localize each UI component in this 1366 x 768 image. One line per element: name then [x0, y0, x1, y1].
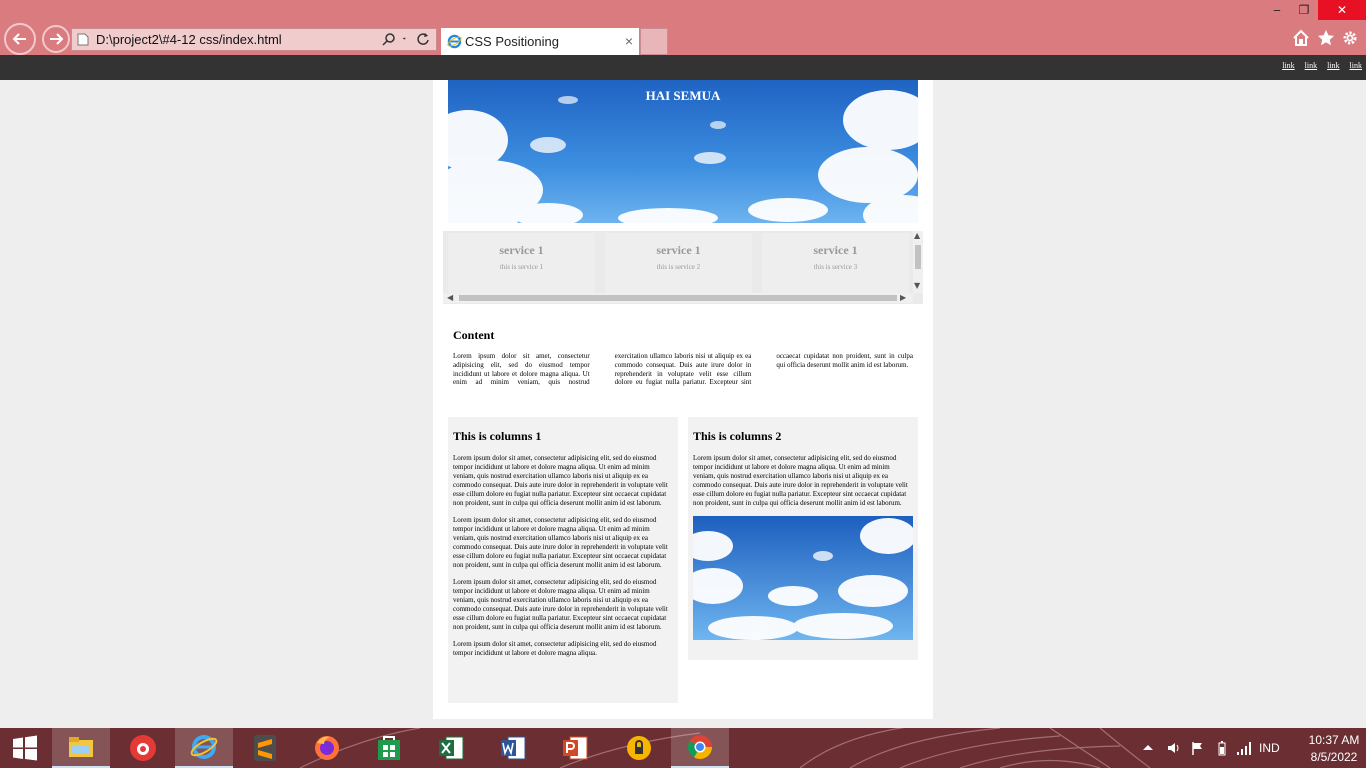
- favorites-star-icon[interactable]: [1317, 29, 1335, 47]
- flag-icon[interactable]: [1190, 740, 1206, 756]
- clock-time[interactable]: 10:37 AM: [1306, 733, 1362, 747]
- ie-icon: [447, 34, 462, 49]
- column-1-paragraph: Lorem ipsum dolor sit amet, consectetur …: [453, 454, 668, 507]
- scroll-up-icon[interactable]: ▲: [914, 231, 920, 240]
- service-title: service 1: [656, 243, 701, 257]
- store-icon: [378, 736, 400, 760]
- column-2-heading: This is columns 2: [693, 429, 782, 443]
- column-1-paragraph: Lorem ipsum dolor sit amet, consectetur …: [453, 640, 657, 657]
- chevron-up-icon[interactable]: [1140, 740, 1156, 756]
- taskbar-word[interactable]: [484, 728, 542, 768]
- tab-title: CSS Positioning: [465, 34, 559, 49]
- screen-recorder-icon: [130, 735, 156, 761]
- firefox-icon: [315, 736, 339, 760]
- forward-arrow-icon: [50, 33, 64, 45]
- tab-css-positioning[interactable]: CSS Positioning ×: [441, 28, 639, 55]
- volume-icon[interactable]: [1166, 740, 1182, 756]
- language-indicator[interactable]: IND: [1259, 741, 1280, 755]
- nav-links: link link link link: [1282, 61, 1362, 70]
- service-subtitle: this is service 1: [499, 263, 544, 271]
- service-title: service 1: [813, 243, 858, 257]
- service-subtitle: this is service 3: [813, 263, 858, 271]
- service-card-3: service 1 this is service 3: [762, 233, 909, 294]
- taskbar-file-explorer[interactable]: [52, 728, 110, 768]
- powerpoint-icon: [563, 736, 588, 760]
- back-arrow-icon: [12, 33, 26, 45]
- nav-link-2[interactable]: link: [1305, 61, 1317, 70]
- sky-image: [693, 516, 913, 640]
- file-explorer-icon: [69, 737, 93, 757]
- column-1-paragraph: Lorem ipsum dolor sit amet, consectetur …: [453, 516, 668, 569]
- excel-icon: [439, 736, 464, 760]
- column-2-paragraph: Lorem ipsum dolor sit amet, consectetur …: [693, 454, 908, 507]
- browser-chrome: D:\project2\#4-12 css/index.html CSS Pos…: [0, 0, 1366, 55]
- close-tab-icon[interactable]: ×: [625, 33, 633, 49]
- chevron-down-icon[interactable]: [402, 32, 410, 46]
- page-icon: [77, 33, 89, 46]
- column-2: This is columns 2 Lorem ipsum dolor sit …: [688, 417, 918, 660]
- search-icon[interactable]: [382, 32, 396, 46]
- taskbar-firefox[interactable]: [298, 728, 356, 768]
- taskbar-internet-explorer[interactable]: [175, 728, 233, 768]
- battery-icon[interactable]: [1214, 740, 1230, 756]
- system-tray: IND 10:37 AM 8/5/2022: [1126, 728, 1366, 768]
- taskbar-powerpoint[interactable]: [546, 728, 604, 768]
- settings-gear-icon[interactable]: [1341, 29, 1359, 47]
- taskbar-excel[interactable]: [422, 728, 480, 768]
- service-subtitle: this is service 2: [656, 263, 701, 271]
- column-1-paragraph: Lorem ipsum dolor sit amet, consectetur …: [453, 578, 668, 631]
- hero-title: HAI SEMUA: [645, 88, 721, 103]
- address-tools: [382, 32, 430, 46]
- scroll-down-icon[interactable]: ▼: [914, 281, 920, 290]
- content-section: Content Lorem ipsum dolor sit amet, cons…: [453, 328, 913, 388]
- chrome-icon: [687, 735, 712, 760]
- taskbar-chrome[interactable]: [671, 728, 729, 768]
- site-navbar: link link link link: [0, 55, 1366, 80]
- content-text: Lorem ipsum dolor sit amet, consectetur …: [453, 352, 913, 387]
- scroll-right-icon[interactable]: ▶: [900, 293, 906, 302]
- address-text: D:\project2\#4-12 css/index.html: [96, 32, 282, 47]
- internet-explorer-icon: [190, 735, 218, 759]
- refresh-icon[interactable]: [416, 32, 430, 46]
- start-button[interactable]: [0, 728, 50, 768]
- nav-link-1[interactable]: link: [1282, 61, 1294, 70]
- signal-icon[interactable]: [1236, 740, 1252, 756]
- taskbar-store[interactable]: [360, 728, 418, 768]
- service-card-1: service 1 this is service 1: [448, 233, 595, 294]
- page-container: HAI SEMUA service 1 this is service 1 se…: [433, 80, 933, 719]
- horizontal-scrollbar[interactable]: ◀ ▶: [443, 293, 913, 303]
- home-icon[interactable]: [1292, 29, 1310, 47]
- horizontal-scroll-thumb[interactable]: [459, 295, 897, 301]
- new-tab-button[interactable]: [640, 28, 668, 55]
- service-card-2: service 1 this is service 2: [605, 233, 752, 294]
- column-1-heading: This is columns 1: [453, 429, 542, 443]
- scroll-left-icon[interactable]: ◀: [447, 293, 453, 302]
- sublime-text-icon: [254, 735, 276, 761]
- taskbar-screen-recorder[interactable]: [114, 728, 172, 768]
- close-window-button[interactable]: ✕: [1318, 0, 1366, 20]
- clock-date[interactable]: 8/5/2022: [1306, 750, 1362, 764]
- content-heading: Content: [453, 328, 495, 342]
- vpn-icon: [627, 736, 651, 760]
- service-title: service 1: [499, 243, 544, 257]
- services-scroll-area[interactable]: service 1 this is service 1 service 1 th…: [443, 231, 923, 304]
- column-1: This is columns 1 Lorem ipsum dolor sit …: [448, 417, 678, 703]
- taskbar-vpn[interactable]: [610, 728, 668, 768]
- vertical-scrollbar[interactable]: ▲ ▼: [913, 231, 923, 293]
- word-icon: [501, 736, 526, 760]
- vertical-scroll-thumb[interactable]: [915, 245, 921, 269]
- windows-taskbar: IND 10:37 AM 8/5/2022: [0, 728, 1366, 768]
- back-button[interactable]: [4, 23, 36, 55]
- address-bar[interactable]: D:\project2\#4-12 css/index.html: [71, 28, 437, 51]
- forward-button[interactable]: [42, 25, 70, 53]
- hero-banner: HAI SEMUA: [448, 80, 918, 223]
- nav-link-3[interactable]: link: [1327, 61, 1339, 70]
- nav-link-4[interactable]: link: [1350, 61, 1362, 70]
- taskbar-sublime-text[interactable]: [236, 728, 294, 768]
- windows-logo-icon: [13, 735, 37, 761]
